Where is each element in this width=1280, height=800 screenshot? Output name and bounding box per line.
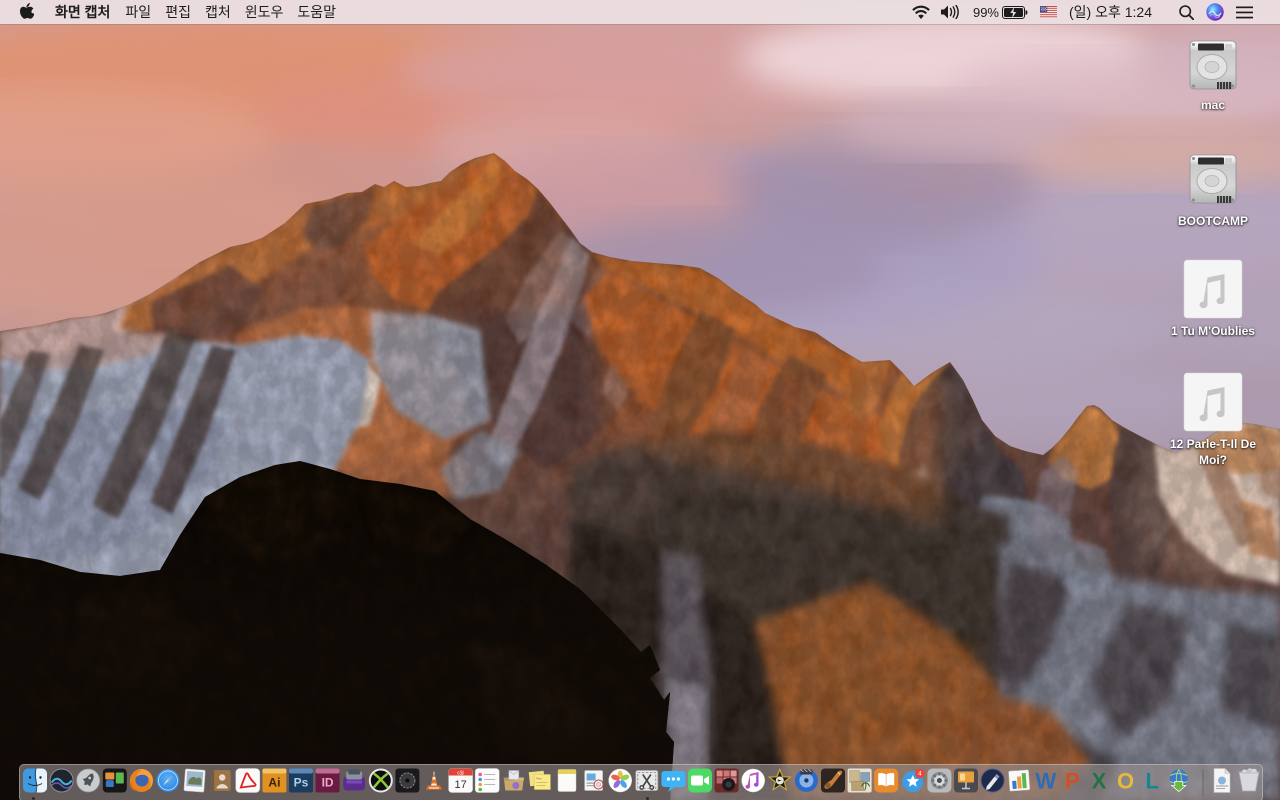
svg-text:Ps: Ps <box>294 776 309 790</box>
svg-text:P: P <box>1065 769 1080 794</box>
svg-text:6월: 6월 <box>457 769 464 776</box>
svg-text:ID: ID <box>322 776 334 790</box>
svg-text:Rex: Rex <box>536 777 542 781</box>
svg-text:X: X <box>1092 769 1107 794</box>
svg-text:Ai: Ai <box>268 776 280 790</box>
svg-text:O: O <box>1117 769 1134 794</box>
svg-text:W: W <box>1035 769 1056 794</box>
svg-text:L: L <box>1145 769 1158 794</box>
svg-text:17: 17 <box>454 779 466 791</box>
svg-text:4: 4 <box>918 770 922 777</box>
